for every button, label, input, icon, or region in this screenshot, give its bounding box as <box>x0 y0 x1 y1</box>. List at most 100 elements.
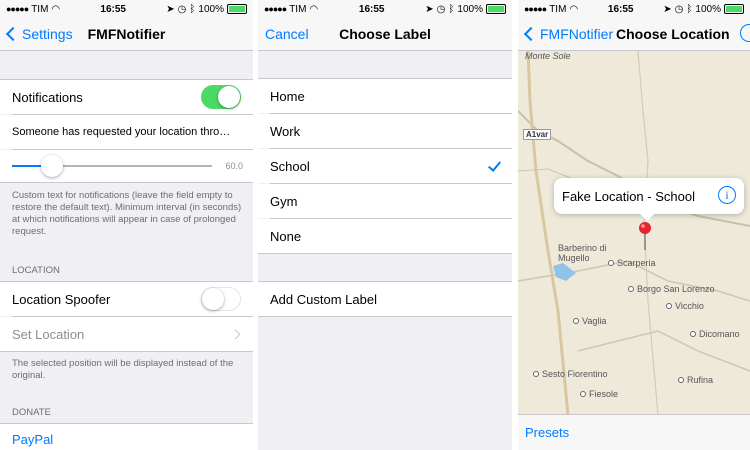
status-bar: ●●●●● TIM ◠ 16:55 ➤ ◷ ᛒ 100% <box>258 0 512 18</box>
paypal-row[interactable]: PayPal <box>0 424 253 450</box>
clock: 16:55 <box>358 3 385 15</box>
label-text: Home <box>270 88 305 104</box>
carrier-label: TIM <box>549 3 567 15</box>
section-header-donate: DONATE <box>12 407 51 418</box>
label-row-gym[interactable]: Gym <box>258 184 512 218</box>
status-bar: ●●●●● TIM ◠ 16:55 ➤ ◷ ᛒ 100% <box>518 0 750 18</box>
info-icon[interactable] <box>740 24 750 42</box>
signal-icon: ●●●●● <box>6 4 29 14</box>
page-title: Choose Location <box>616 26 730 42</box>
divider <box>258 316 512 317</box>
place-name: Rufina <box>687 375 714 385</box>
alarm-icon: ◷ <box>177 3 187 15</box>
place-name: Sesto Fiorentino <box>542 369 608 379</box>
callout-title: Fake Location - School <box>562 188 695 204</box>
label-row-none[interactable]: None <box>258 219 512 253</box>
toggle-knob <box>218 86 240 108</box>
bluetooth-icon: ᛒ <box>686 3 693 15</box>
location-spoofer-toggle[interactable] <box>201 287 241 311</box>
toggle-knob <box>202 288 224 310</box>
map-label: Sesto Fiorentino <box>533 369 608 379</box>
carrier-label: TIM <box>289 3 307 15</box>
slider-thumb[interactable] <box>41 155 63 177</box>
battery-percent: 100% <box>198 3 224 15</box>
road-shield: A1var <box>523 129 552 140</box>
battery-icon <box>485 4 506 14</box>
label-text: Gym <box>270 193 298 209</box>
page-title: FMFNotifier <box>87 26 166 42</box>
location-icon: ➤ <box>166 3 175 15</box>
bluetooth-icon: ᛒ <box>189 3 196 15</box>
map-roads <box>518 51 750 415</box>
add-custom-label-button[interactable]: Add Custom Label <box>258 282 512 316</box>
set-location-label: Set Location <box>12 326 85 342</box>
battery-percent: 100% <box>457 3 483 15</box>
info-icon[interactable]: i <box>718 186 736 204</box>
paypal-link: PayPal <box>12 431 54 447</box>
wifi-icon: ◠ <box>309 3 319 15</box>
interval-slider[interactable] <box>12 155 212 177</box>
signal-icon: ●●●●● <box>264 4 287 14</box>
nav-bar: FMFNotifier Choose Location <box>518 18 750 51</box>
place-name: Scarperia <box>617 258 656 268</box>
cancel-button[interactable]: Cancel <box>265 26 309 42</box>
location-footnote: The selected position will be displayed … <box>12 358 234 381</box>
place-name: Borgo San Lorenzo <box>637 284 715 294</box>
battery-icon <box>226 4 247 14</box>
place-name: Fiesole <box>589 389 619 399</box>
bottom-toolbar: Presets <box>518 414 750 450</box>
alarm-icon: ◷ <box>436 3 446 15</box>
label-text: School <box>270 158 310 174</box>
set-location-row[interactable]: Set Location <box>0 317 253 351</box>
chevron-left-icon <box>5 26 21 42</box>
map-label: Borgo San Lorenzo <box>628 284 715 294</box>
label-row-work[interactable]: Work <box>258 114 512 148</box>
message-text: Someone has requested your location thro… <box>12 126 231 138</box>
notification-footnote: Custom text for notifications (leave the… <box>12 190 242 237</box>
map-label: Scarperia <box>608 258 656 268</box>
add-custom-label-text: Add Custom Label <box>270 291 377 307</box>
wifi-icon: ◠ <box>569 3 579 15</box>
chevron-left-icon <box>523 26 539 42</box>
location-callout[interactable]: Fake Location - School i <box>554 178 744 221</box>
label-text: None <box>270 228 302 244</box>
map-label: Vaglia <box>573 316 606 326</box>
map-pin-icon[interactable] <box>637 221 653 251</box>
battery-percent: 100% <box>695 3 721 15</box>
clock: 16:55 <box>607 3 634 15</box>
divider <box>0 351 253 352</box>
notifications-toggle[interactable] <box>201 85 241 109</box>
location-icon: ➤ <box>663 3 672 15</box>
choose-label-screen: ●●●●● TIM ◠ 16:55 ➤ ◷ ᛒ 100% Cancel Choose La… <box>258 0 512 450</box>
divider <box>0 182 253 183</box>
carrier-label: TIM <box>31 3 49 15</box>
place-name: Vicchio <box>675 301 704 311</box>
notifications-row: Notifications <box>0 80 253 114</box>
location-spoofer-label: Location Spoofer <box>12 291 111 307</box>
notifications-label: Notifications <box>12 89 83 105</box>
back-button[interactable]: FMFNotifier <box>523 26 613 42</box>
nav-bar: Cancel Choose Label <box>258 18 512 51</box>
map-label: Fiesole <box>580 389 618 399</box>
location-icon: ➤ <box>425 3 434 15</box>
map-label: Monte Sole <box>525 51 571 61</box>
presets-button[interactable]: Presets <box>525 425 569 440</box>
alarm-icon: ◷ <box>674 3 684 15</box>
label-row-school[interactable]: School <box>258 149 512 183</box>
nav-bar: Settings FMFNotifier <box>0 18 253 51</box>
settings-screen: ●●●●● TIM ◠ 16:55 ➤ ◷ ᛒ 100% Settings FMFNoti… <box>0 0 253 450</box>
map-label: Dicomano <box>690 329 740 339</box>
back-button[interactable]: Settings <box>5 26 73 42</box>
screenshots-row: ●●●●● TIM ◠ 16:55 ➤ ◷ ᛒ 100% Settings FMFNoti… <box>0 0 750 450</box>
label-row-home[interactable]: Home <box>258 79 512 113</box>
map-view[interactable]: Monte Sole A1var Barberino di Mugello Sc… <box>518 51 750 415</box>
back-label: Settings <box>22 26 73 42</box>
place-name: Vaglia <box>582 316 607 326</box>
battery-icon <box>723 4 744 14</box>
page-title: Choose Label <box>339 26 431 42</box>
choose-location-screen: ●●●●● TIM ◠ 16:55 ➤ ◷ ᛒ 100% FMFNotifier Choo… <box>518 0 750 450</box>
message-field[interactable]: Someone has requested your location thro… <box>0 115 253 149</box>
label-text: Work <box>270 123 301 139</box>
checkmark-icon <box>487 158 502 172</box>
wifi-icon: ◠ <box>51 3 61 15</box>
